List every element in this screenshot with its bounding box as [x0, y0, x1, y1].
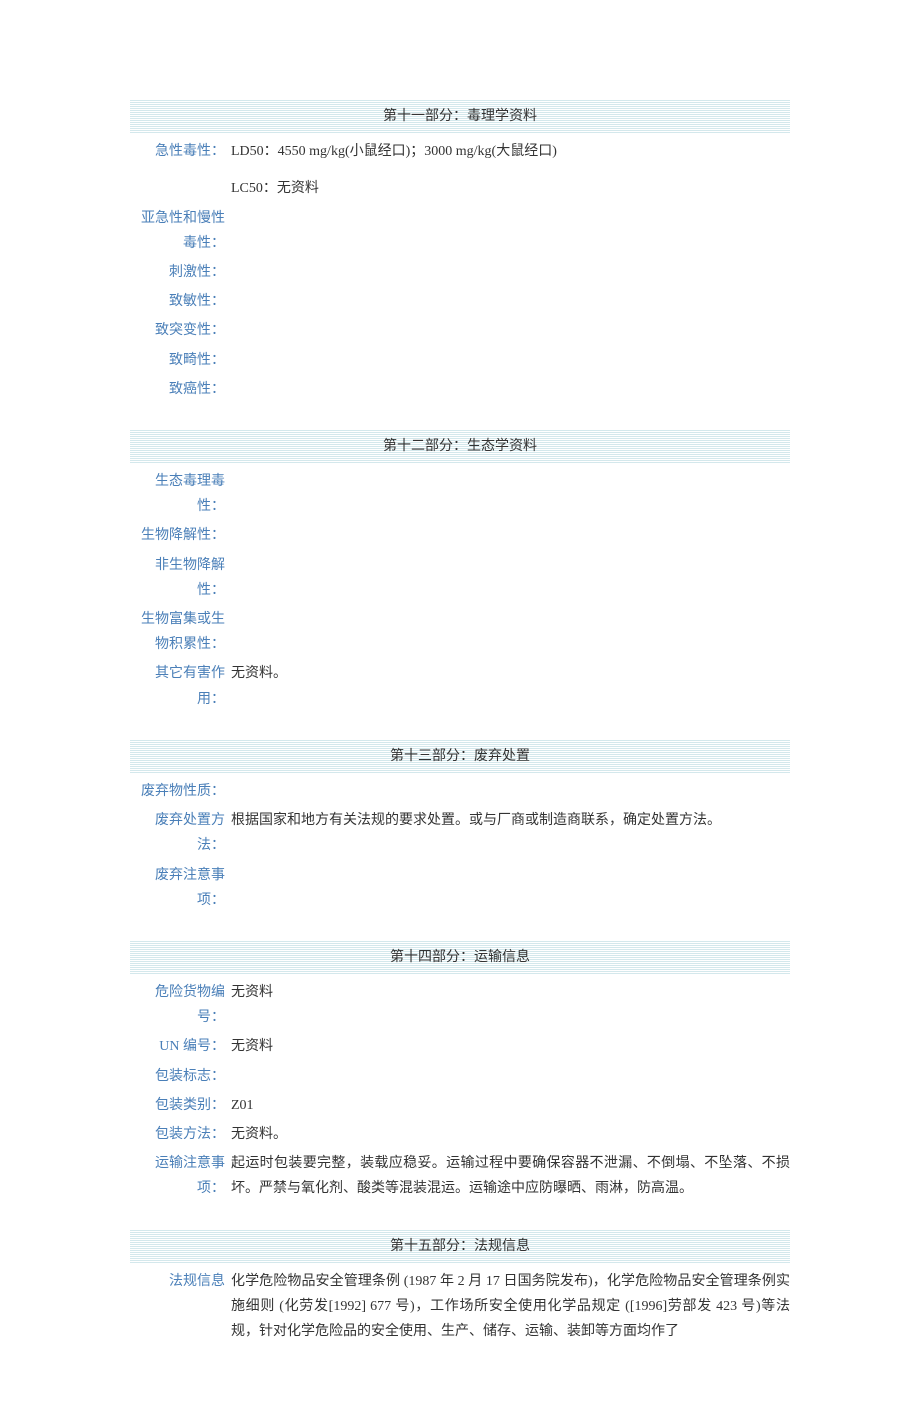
value-reg-info: 化学危险物品安全管理条例 (1987 年 2 月 17 日国务院发布)，化学危险… [231, 1269, 790, 1345]
row-disposal-precaution: 废弃注意事项： [130, 863, 790, 913]
label-packaging-method: 包装方法： [130, 1122, 231, 1147]
label-biodeg: 生物降解性： [130, 523, 231, 548]
label-sensitization: 致敏性： [130, 289, 231, 314]
row-teratogenicity: 致畸性： [130, 348, 790, 373]
section-11-header: 第十一部分：毒理学资料 [130, 100, 790, 133]
value-un-no: 无资料 [231, 1034, 790, 1059]
row-ecotoxicity: 生态毒理毒性： [130, 469, 790, 519]
row-un-no: UN 编号： 无资料 [130, 1034, 790, 1059]
label-chronic: 亚急性和慢性毒性： [130, 206, 231, 256]
row-transport-notice: 运输注意事项： 起运时包装要完整，装载应稳妥。运输过程中要确保容器不泄漏、不倒塌… [130, 1151, 790, 1201]
label-waste-nature: 废弃物性质： [130, 779, 231, 804]
value-acute-toxicity: LD50：4550 mg/kg(小鼠经口)；3000 mg/kg(大鼠经口) [231, 139, 790, 164]
row-reg-info: 法规信息 化学危险物品安全管理条例 (1987 年 2 月 17 日国务院发布)… [130, 1269, 790, 1345]
row-nonbiodeg: 非生物降解性： [130, 553, 790, 603]
section-14-header: 第十四部分：运输信息 [130, 941, 790, 974]
row-biodeg: 生物降解性： [130, 523, 790, 548]
row-packaging-cat: 包装类别： Z01 [130, 1093, 790, 1118]
value-packaging-cat: Z01 [231, 1093, 790, 1118]
row-mutagenicity: 致突变性： [130, 318, 790, 343]
label-dangerous-no: 危险货物编号： [130, 980, 231, 1030]
row-other-harm: 其它有害作用： 无资料。 [130, 661, 790, 711]
value-lc50: LC50：无资料 [231, 176, 790, 201]
label-teratogenicity: 致畸性： [130, 348, 231, 373]
row-carcinogenicity: 致癌性： [130, 377, 790, 402]
label-un-no: UN 编号： [130, 1034, 231, 1059]
label-packaging-mark: 包装标志： [130, 1064, 231, 1089]
value-disposal-method: 根据国家和地方有关法规的要求处置。或与厂商或制造商联系，确定处置方法。 [231, 808, 790, 833]
label-transport-notice: 运输注意事项： [130, 1151, 231, 1201]
value-other-harm: 无资料。 [231, 661, 790, 686]
value-transport-notice: 起运时包装要完整，装载应稳妥。运输过程中要确保容器不泄漏、不倒塌、不坠落、不损坏… [231, 1151, 790, 1201]
row-acute-toxicity: 急性毒性： LD50：4550 mg/kg(小鼠经口)；3000 mg/kg(大… [130, 139, 790, 164]
label-nonbiodeg: 非生物降解性： [130, 553, 231, 603]
label-disposal-precaution: 废弃注意事项： [130, 863, 231, 913]
label-reg-info: 法规信息 [130, 1269, 231, 1294]
row-disposal-method: 废弃处置方法： 根据国家和地方有关法规的要求处置。或与厂商或制造商联系，确定处置… [130, 808, 790, 858]
label-bioaccum: 生物富集或生物积累性： [130, 607, 231, 657]
label-ecotoxicity: 生态毒理毒性： [130, 469, 231, 519]
row-sensitization: 致敏性： [130, 289, 790, 314]
row-chronic: 亚急性和慢性毒性： [130, 206, 790, 256]
value-packaging-method: 无资料。 [231, 1122, 790, 1147]
label-packaging-cat: 包装类别： [130, 1093, 231, 1118]
label-mutagenicity: 致突变性： [130, 318, 231, 343]
value-dangerous-no: 无资料 [231, 980, 790, 1005]
label-disposal-method: 废弃处置方法： [130, 808, 231, 858]
row-dangerous-no: 危险货物编号： 无资料 [130, 980, 790, 1030]
row-irritation: 刺激性： [130, 260, 790, 285]
section-12-header: 第十二部分：生态学资料 [130, 430, 790, 463]
section-13-header: 第十三部分：废弃处置 [130, 740, 790, 773]
row-packaging-method: 包装方法： 无资料。 [130, 1122, 790, 1147]
row-packaging-mark: 包装标志： [130, 1064, 790, 1089]
label-carcinogenicity: 致癌性： [130, 377, 231, 402]
section-15-header: 第十五部分：法规信息 [130, 1230, 790, 1263]
label-acute-toxicity: 急性毒性： [130, 139, 231, 164]
row-waste-nature: 废弃物性质： [130, 779, 790, 804]
label-irritation: 刺激性： [130, 260, 231, 285]
msds-content: 第十一部分：毒理学资料 急性毒性： LD50：4550 mg/kg(小鼠经口)；… [0, 0, 920, 1408]
row-bioaccum: 生物富集或生物积累性： [130, 607, 790, 657]
label-other-harm: 其它有害作用： [130, 661, 231, 711]
